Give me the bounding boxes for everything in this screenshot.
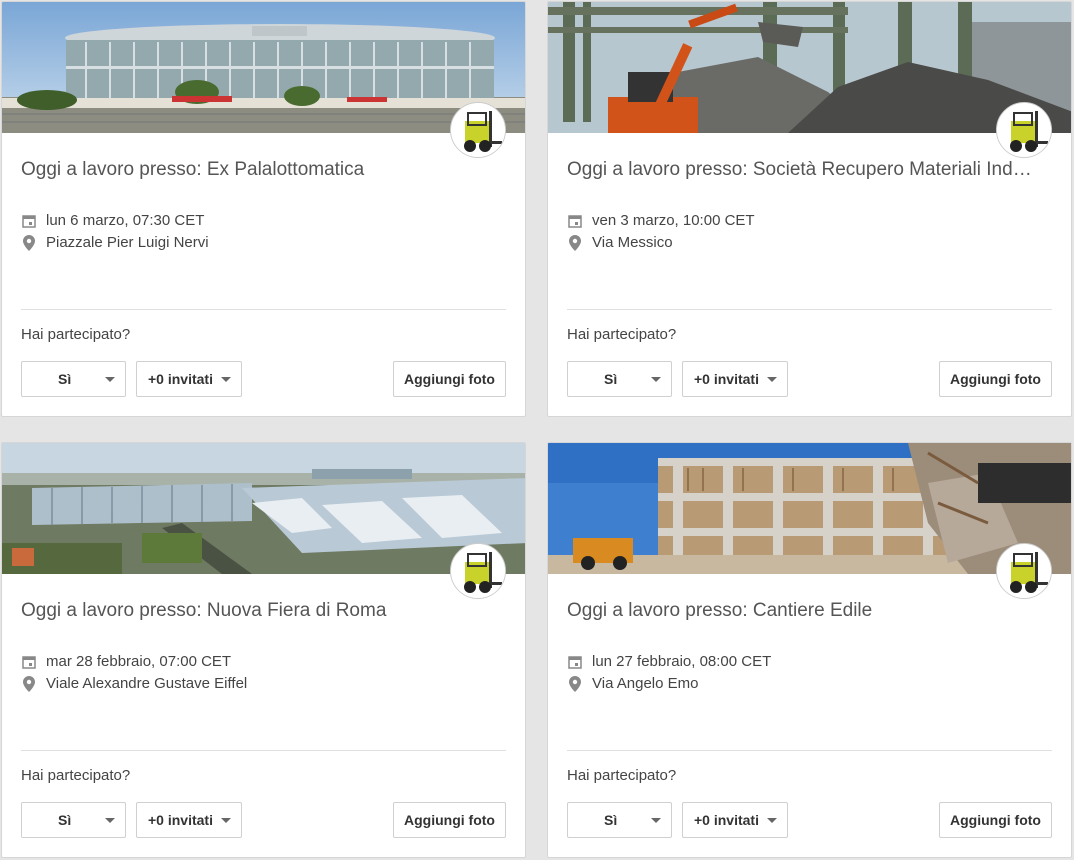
rsvp-dropdown[interactable]: Sì bbox=[21, 802, 126, 838]
location-pin-icon bbox=[567, 234, 583, 251]
attendance-question: Hai partecipato? bbox=[21, 767, 131, 784]
event-place-text[interactable]: Piazzale Pier Luigi Nervi bbox=[46, 234, 209, 251]
calendar-icon bbox=[567, 654, 583, 670]
divider bbox=[567, 750, 1052, 751]
event-card[interactable]: Oggi a lavoro presso: Società Recupero M… bbox=[547, 1, 1072, 417]
attendance-question: Hai partecipato? bbox=[567, 767, 677, 784]
rsvp-dropdown[interactable]: Sì bbox=[21, 361, 126, 397]
event-card[interactable]: Oggi a lavoro presso: Cantiere Edile lun… bbox=[547, 442, 1072, 858]
event-title[interactable]: Oggi a lavoro presso: Cantiere Edile bbox=[567, 600, 1042, 622]
event-place: Piazzale Pier Luigi Nervi bbox=[21, 234, 209, 251]
rsvp-value: Sì bbox=[58, 812, 72, 828]
event-place: Viale Alexandre Gustave Eiffel bbox=[21, 675, 247, 692]
add-photo-button[interactable]: Aggiungi foto bbox=[393, 361, 506, 397]
rsvp-value: Sì bbox=[604, 812, 618, 828]
location-pin-icon bbox=[567, 675, 583, 692]
event-place: Via Messico bbox=[567, 234, 673, 251]
event-cover-image bbox=[2, 443, 525, 574]
add-photo-button[interactable]: Aggiungi foto bbox=[939, 802, 1052, 838]
rsvp-dropdown[interactable]: Sì bbox=[567, 361, 672, 397]
event-date: ven 3 marzo, 10:00 CET bbox=[567, 212, 755, 229]
calendar-icon bbox=[21, 654, 37, 670]
caret-down-icon bbox=[221, 377, 231, 382]
forklift-avatar bbox=[450, 543, 506, 599]
forklift-avatar bbox=[996, 102, 1052, 158]
event-card[interactable]: Oggi a lavoro presso: Ex Palalottomatica… bbox=[1, 1, 526, 417]
add-photo-button[interactable]: Aggiungi foto bbox=[393, 802, 506, 838]
event-title[interactable]: Oggi a lavoro presso: Ex Palalottomatica bbox=[21, 159, 496, 181]
event-date: lun 6 marzo, 07:30 CET bbox=[21, 212, 204, 229]
location-pin-icon bbox=[21, 234, 37, 251]
guests-dropdown[interactable]: +0 invitati bbox=[136, 802, 242, 838]
event-title[interactable]: Oggi a lavoro presso: Società Recupero M… bbox=[567, 159, 1042, 181]
guests-value: +0 invitati bbox=[148, 371, 213, 387]
rsvp-dropdown[interactable]: Sì bbox=[567, 802, 672, 838]
event-place-text[interactable]: Via Messico bbox=[592, 234, 673, 251]
event-cover-image bbox=[548, 443, 1071, 574]
guests-value: +0 invitati bbox=[694, 371, 759, 387]
event-date-text: mar 28 febbraio, 07:00 CET bbox=[46, 653, 232, 670]
event-title[interactable]: Oggi a lavoro presso: Nuova Fiera di Rom… bbox=[21, 600, 496, 622]
guests-dropdown[interactable]: +0 invitati bbox=[136, 361, 242, 397]
guests-dropdown[interactable]: +0 invitati bbox=[682, 361, 788, 397]
forklift-avatar bbox=[450, 102, 506, 158]
attendance-question: Hai partecipato? bbox=[21, 326, 131, 343]
add-photo-button[interactable]: Aggiungi foto bbox=[939, 361, 1052, 397]
event-cover-image bbox=[2, 2, 525, 133]
event-date: mar 28 febbraio, 07:00 CET bbox=[21, 653, 231, 670]
caret-down-icon bbox=[651, 818, 661, 823]
caret-down-icon bbox=[105, 377, 115, 382]
divider bbox=[567, 309, 1052, 310]
divider bbox=[21, 750, 506, 751]
caret-down-icon bbox=[767, 818, 777, 823]
event-date-text: ven 3 marzo, 10:00 CET bbox=[592, 212, 755, 229]
location-pin-icon bbox=[21, 675, 37, 692]
attendance-question: Hai partecipato? bbox=[567, 326, 677, 343]
guests-dropdown[interactable]: +0 invitati bbox=[682, 802, 788, 838]
caret-down-icon bbox=[105, 818, 115, 823]
forklift-avatar bbox=[996, 543, 1052, 599]
event-date-text: lun 27 febbraio, 08:00 CET bbox=[592, 653, 772, 670]
event-place-text[interactable]: Via Angelo Emo bbox=[592, 675, 698, 692]
event-place-text[interactable]: Viale Alexandre Gustave Eiffel bbox=[46, 675, 247, 692]
rsvp-value: Sì bbox=[604, 371, 618, 387]
divider bbox=[21, 309, 506, 310]
event-date-text: lun 6 marzo, 07:30 CET bbox=[46, 212, 205, 229]
event-card[interactable]: Oggi a lavoro presso: Nuova Fiera di Rom… bbox=[1, 442, 526, 858]
event-place: Via Angelo Emo bbox=[567, 675, 698, 692]
guests-value: +0 invitati bbox=[148, 812, 213, 828]
rsvp-value: Sì bbox=[58, 371, 72, 387]
event-date: lun 27 febbraio, 08:00 CET bbox=[567, 653, 771, 670]
caret-down-icon bbox=[767, 377, 777, 382]
calendar-icon bbox=[21, 213, 37, 229]
event-cover-image bbox=[548, 2, 1071, 133]
calendar-icon bbox=[567, 213, 583, 229]
caret-down-icon bbox=[221, 818, 231, 823]
guests-value: +0 invitati bbox=[694, 812, 759, 828]
caret-down-icon bbox=[651, 377, 661, 382]
